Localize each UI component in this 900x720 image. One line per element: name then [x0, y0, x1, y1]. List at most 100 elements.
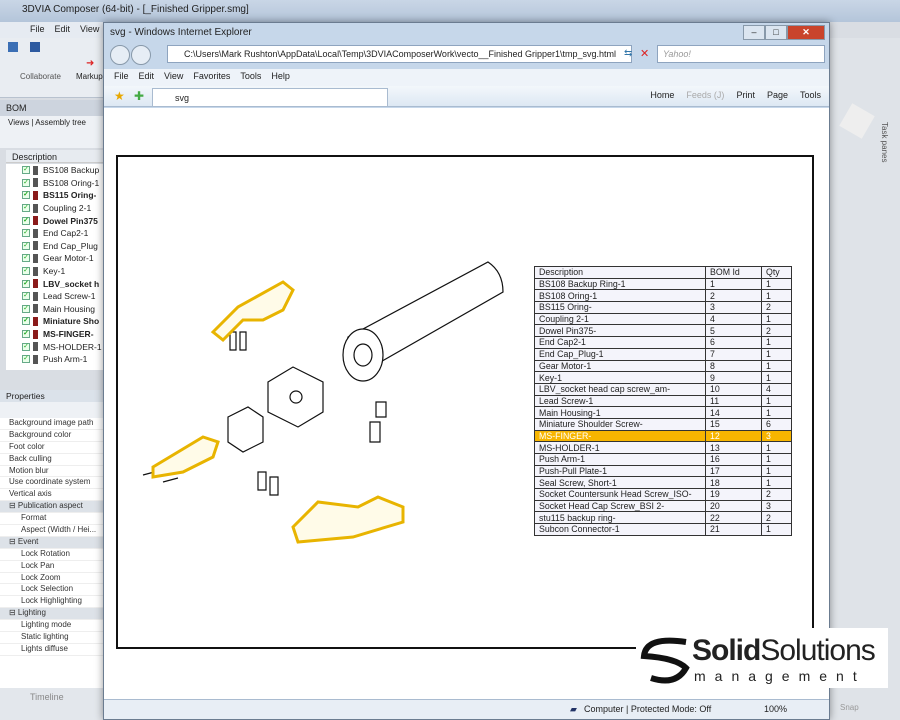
- ie-menu-edit[interactable]: Edit: [139, 71, 155, 81]
- refresh-icon[interactable]: ⇆: [624, 48, 632, 59]
- address-bar[interactable]: C:\Users\Mark Rushton\AppData\Local\Temp…: [167, 45, 632, 63]
- tab-assembly-tree[interactable]: Assembly tree: [35, 118, 86, 127]
- property-row[interactable]: Static lighting: [0, 632, 103, 644]
- bom-tree-item[interactable]: ✓ Miniature Sho: [6, 315, 103, 328]
- visibility-checkbox[interactable]: ✓: [22, 204, 30, 213]
- property-row[interactable]: Lock Highlighting: [0, 596, 103, 609]
- bom-tree-item[interactable]: ✓ BS108 Oring-1: [6, 177, 103, 190]
- snap-label[interactable]: Snap: [840, 703, 859, 712]
- table-row[interactable]: Coupling 2-1 4 1: [534, 312, 792, 326]
- minimize-button[interactable]: –: [743, 25, 765, 40]
- table-row[interactable]: MS-FINGER- 12 3: [534, 429, 792, 443]
- stop-icon[interactable]: ✕: [640, 47, 649, 60]
- property-row[interactable]: Use coordinate system: [0, 477, 103, 490]
- table-row[interactable]: Subcon Connector-1 21 1: [534, 523, 792, 536]
- bom-tree-item[interactable]: ✓ MS-HOLDER-1: [6, 340, 103, 353]
- bom-tree-item[interactable]: ✓ Gear Motor-1: [6, 252, 103, 265]
- bom-tree-item[interactable]: ✓ End Cap2-1: [6, 227, 103, 240]
- tab-svg[interactable]: svg: [152, 88, 388, 107]
- bom-tree-item[interactable]: ✓ MS-FINGER-: [6, 328, 103, 341]
- visibility-checkbox[interactable]: ✓: [22, 191, 30, 200]
- table-row[interactable]: BS108 Oring-1 2 1: [534, 289, 792, 303]
- property-row[interactable]: Back culling: [0, 454, 103, 466]
- visibility-checkbox[interactable]: ✓: [22, 241, 30, 250]
- ie-menu-file[interactable]: File: [114, 71, 129, 81]
- visibility-checkbox[interactable]: ✓: [22, 292, 30, 301]
- property-row[interactable]: ⊟ Publication aspect: [0, 501, 103, 514]
- property-row[interactable]: Motion blur: [0, 466, 103, 478]
- property-row[interactable]: Format: [0, 513, 103, 526]
- command-feeds[interactable]: Feeds (J): [686, 90, 724, 100]
- table-row[interactable]: Gear Motor-1 8 1: [534, 359, 792, 373]
- property-row[interactable]: Background image path: [0, 418, 103, 430]
- search-input[interactable]: Yahoo!: [657, 45, 825, 63]
- bom-tree-item[interactable]: ✓ Main Housing: [6, 303, 103, 316]
- table-row[interactable]: Key-1 9 1: [534, 371, 792, 384]
- ie-menu-favorites[interactable]: Favorites: [193, 71, 230, 81]
- command-print[interactable]: Print: [736, 90, 755, 100]
- timeline-tab[interactable]: Timeline: [0, 688, 103, 720]
- open-icon[interactable]: [8, 42, 18, 52]
- visibility-checkbox[interactable]: ✓: [22, 216, 30, 225]
- table-row[interactable]: End Cap_Plug-1 7 1: [534, 347, 792, 361]
- bom-tree-item[interactable]: ✓ BS108 Backup: [6, 164, 103, 177]
- table-row[interactable]: stu115 backup ring- 22 2: [534, 511, 792, 525]
- table-row[interactable]: Seal Screw, Short-1 18 1: [534, 476, 792, 490]
- visibility-checkbox[interactable]: ✓: [22, 355, 30, 364]
- bom-column-header[interactable]: Description: [6, 150, 103, 163]
- app-menu-file[interactable]: File: [30, 24, 45, 34]
- save-icon[interactable]: [30, 42, 40, 52]
- table-row[interactable]: Socket Countersunk Head Screw_ISO- 19 2: [534, 488, 792, 501]
- maximize-button[interactable]: □: [765, 25, 787, 40]
- table-row[interactable]: Dowel Pin375- 5 2: [534, 324, 792, 338]
- collaborate-button[interactable]: Collaborate: [20, 72, 61, 81]
- property-row[interactable]: Background color: [0, 430, 103, 442]
- property-row[interactable]: Lock Pan: [0, 561, 103, 573]
- zoom-level[interactable]: 100%: [764, 704, 787, 714]
- forward-button[interactable]: [131, 45, 151, 65]
- table-row[interactable]: BS108 Backup Ring-1 1 1: [534, 277, 792, 291]
- property-row[interactable]: Lights diffuse: [0, 644, 103, 656]
- table-row[interactable]: Socket Head Cap Screw_BSI 2- 20 3: [534, 499, 792, 513]
- tab-views[interactable]: Views: [8, 118, 29, 127]
- visibility-checkbox[interactable]: ✓: [22, 317, 30, 326]
- favorites-star-icon[interactable]: ★: [114, 89, 125, 103]
- visibility-checkbox[interactable]: ✓: [22, 166, 30, 175]
- bom-tree-item[interactable]: ✓ Push Arm-1: [6, 353, 103, 366]
- table-row[interactable]: Main Housing-1 14 1: [534, 406, 792, 419]
- property-row[interactable]: Lock Selection: [0, 584, 103, 597]
- ie-menu-view[interactable]: View: [164, 71, 183, 81]
- table-row[interactable]: Push-Pull Plate-1 17 1: [534, 464, 792, 478]
- property-row[interactable]: Lock Zoom: [0, 573, 103, 585]
- close-button[interactable]: ✕: [787, 25, 825, 40]
- table-row[interactable]: BS115 Oring- 3 2: [534, 301, 792, 314]
- table-row[interactable]: End Cap2-1 6 1: [534, 336, 792, 349]
- view-cube-icon[interactable]: [839, 103, 875, 139]
- bom-tree-item[interactable]: ✓ Lead Screw-1: [6, 290, 103, 303]
- property-row[interactable]: Vertical axis: [0, 489, 103, 502]
- app-menu-edit[interactable]: Edit: [55, 24, 71, 34]
- table-row[interactable]: Miniature Shoulder Screw- 15 6: [534, 417, 792, 431]
- bom-tree-item[interactable]: ✓ Key-1: [6, 265, 103, 278]
- visibility-checkbox[interactable]: ✓: [22, 229, 30, 238]
- visibility-checkbox[interactable]: ✓: [22, 254, 30, 263]
- bom-tree-item[interactable]: ✓ End Cap_Plug: [6, 240, 103, 253]
- visibility-checkbox[interactable]: ✓: [22, 279, 30, 288]
- visibility-checkbox[interactable]: ✓: [22, 178, 30, 187]
- visibility-checkbox[interactable]: ✓: [22, 267, 30, 276]
- command-tools[interactable]: Tools: [800, 90, 821, 100]
- add-favorite-icon[interactable]: ✚: [134, 89, 144, 103]
- command-home[interactable]: Home: [650, 90, 674, 100]
- visibility-checkbox[interactable]: ✓: [22, 342, 30, 351]
- bom-tree-item[interactable]: ✓ Coupling 2-1: [6, 202, 103, 215]
- bom-tree-item[interactable]: ✓ Dowel Pin375: [6, 214, 103, 227]
- command-page[interactable]: Page: [767, 90, 788, 100]
- property-row[interactable]: ⊟ Event: [0, 536, 103, 549]
- task-panes-label[interactable]: Task panes: [880, 122, 889, 162]
- ie-menu-tools[interactable]: Tools: [240, 71, 261, 81]
- app-menu-view[interactable]: View: [80, 24, 99, 34]
- bom-tree-item[interactable]: ✓ LBV_socket h: [6, 277, 103, 290]
- markup-button[interactable]: Markup: [76, 72, 103, 81]
- visibility-checkbox[interactable]: ✓: [22, 330, 30, 339]
- ie-menu-help[interactable]: Help: [271, 71, 290, 81]
